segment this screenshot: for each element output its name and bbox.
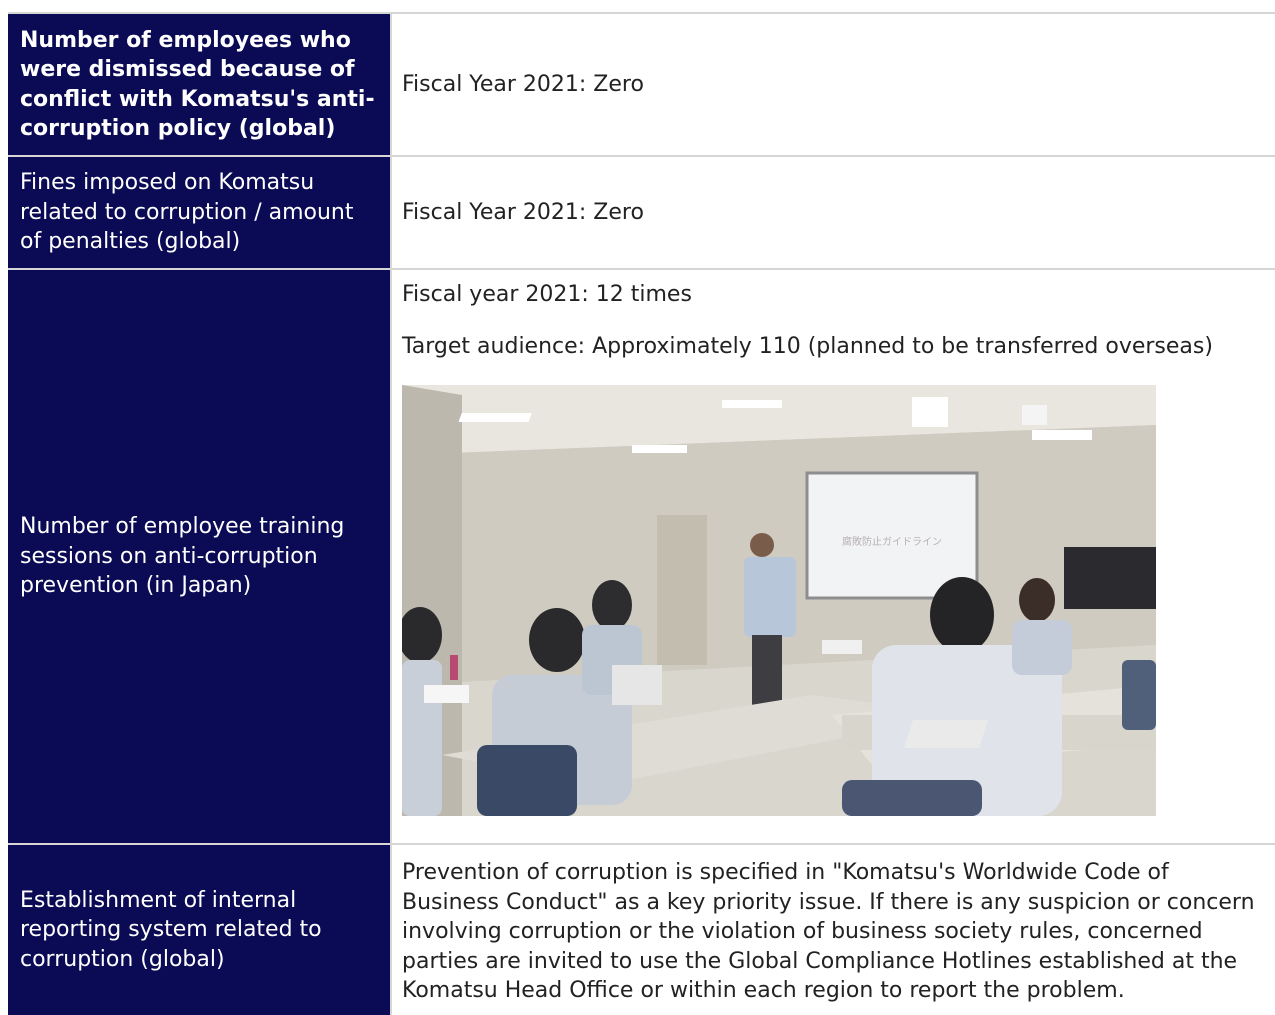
row-value: Fiscal Year 2021: Zero — [392, 14, 1275, 155]
row-header: Number of employees who were dismissed b… — [8, 14, 392, 155]
row-header: Number of employee training sessions on … — [8, 270, 392, 843]
table-row: Number of employees who were dismissed b… — [8, 14, 1275, 157]
row-header: Fines imposed on Komatsu related to corr… — [8, 157, 392, 268]
value-text: Fiscal Year 2021: Zero — [402, 71, 644, 97]
value-text: Prevention of corruption is specified in… — [402, 860, 1255, 1003]
table-row: Fines imposed on Komatsu related to corr… — [8, 157, 1275, 270]
row-value: Fiscal Year 2021: Zero — [392, 157, 1275, 268]
sessions-text: Fiscal year 2021: 12 times — [402, 282, 692, 307]
training-photo: 腐敗防止ガイドライン — [402, 385, 1156, 816]
row-header: Establishment of internal reporting syst… — [8, 845, 392, 1015]
data-table: Number of employees who were dismissed b… — [8, 12, 1275, 1015]
screen-title: 腐敗防止ガイドライン — [842, 535, 942, 548]
row-value: Fiscal year 2021: 12 times Target audien… — [392, 270, 1275, 843]
value-text: Fiscal Year 2021: Zero — [402, 199, 644, 225]
table-row: Establishment of internal reporting syst… — [8, 845, 1275, 1015]
row-value: Prevention of corruption is specified in… — [392, 845, 1275, 1015]
audience-text: Target audience: Approximately 110 (plan… — [402, 333, 1213, 359]
table-row: Number of employee training sessions on … — [8, 270, 1275, 845]
